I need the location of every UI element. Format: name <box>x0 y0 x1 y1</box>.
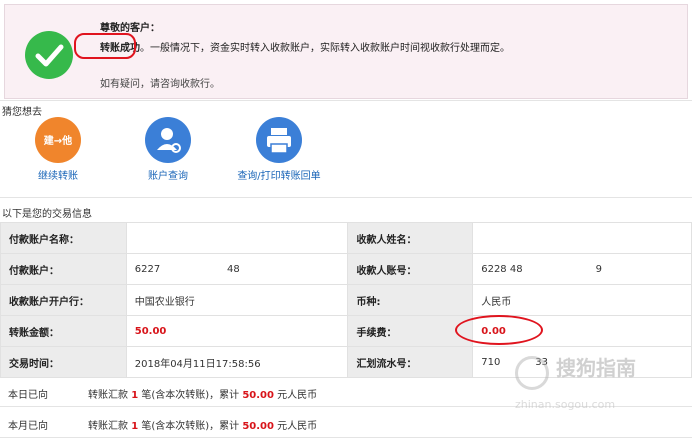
highlight-ring <box>74 33 136 59</box>
currency-label: 币种: <box>347 284 474 316</box>
daily-pre: 转账汇款 <box>88 390 128 401</box>
time-label: 交易时间： <box>0 346 127 378</box>
monthly-count: 1 <box>131 421 139 432</box>
continue-transfer-label: 继续转账 <box>38 171 78 182</box>
divider <box>0 100 692 101</box>
print-receipt-label: 查询/打印转账回单 <box>237 171 321 182</box>
continue-transfer-link[interactable]: 建→他 继续转账 <box>30 117 86 182</box>
account-query-icon <box>145 117 191 163</box>
transfer-icon-text: 建→他 <box>43 136 73 147</box>
payer-name-label: 付款账户名称： <box>0 222 127 254</box>
guess-title: 猜您想去 <box>2 107 42 118</box>
success-message: 转账成功。一般情况下，资金实时转入收款账户，实际转入收款账户时间视收款行处理而定… <box>100 41 540 57</box>
monthly-pre: 转账汇款 <box>88 421 128 432</box>
greeting-text: 尊敬的客户： <box>100 23 160 34</box>
currency-value: 人民币 <box>472 284 692 316</box>
payer-name-value <box>125 222 349 254</box>
daily-amount: 50.00 <box>242 390 274 401</box>
printer-icon <box>256 117 302 163</box>
table-row: 转账金额： 50.00 手续费： 0.00 <box>0 315 692 347</box>
monthly-amount: 50.00 <box>242 421 274 432</box>
payee-bank-value: 中国农业银行 <box>125 284 349 316</box>
serial-label: 汇划流水号： <box>347 346 474 378</box>
success-detail: 。一般情况下，资金实时转入收款账户，实际转入收款账户时间视收款行处理而定。 <box>140 43 510 54</box>
amount-value: 50.00 <box>125 315 349 347</box>
inquiry-text: 如有疑问，请咨询收款行。 <box>100 79 220 90</box>
time-value: 2018年04月11日17:58:56 <box>125 346 349 378</box>
payer-account-label: 付款账户： <box>0 253 127 285</box>
payee-bank-label: 收款账户开户行： <box>0 284 127 316</box>
monthly-post: 元人民币 <box>277 421 318 432</box>
payee-name-label: 收款人姓名： <box>347 222 474 254</box>
fee-label: 手续费： <box>347 315 474 347</box>
payee-account-label: 收款人账号： <box>347 253 474 285</box>
daily-value: 转账汇款 1 笔(含本次转账)，累计 50.00 元人民币 <box>88 386 317 401</box>
monthly-mid: 笔(含本次转账)，累计 <box>141 421 240 432</box>
monthly-label: 本月已向 <box>8 421 48 432</box>
watermark-logo-icon <box>515 356 549 390</box>
watermark-url: zhinan.sogou.com <box>515 398 616 411</box>
table-row: 收款账户开户行： 中国农业银行 币种: 人民币 <box>0 284 692 316</box>
divider <box>0 197 692 198</box>
transfer-icon: 建→他 <box>35 117 81 163</box>
monthly-value: 转账汇款 1 笔(含本次转账)，累计 50.00 元人民币 <box>88 417 317 432</box>
daily-count: 1 <box>131 390 139 401</box>
table-row: 付款账户名称： 收款人姓名： <box>0 222 692 254</box>
daily-label: 本日已向 <box>8 390 48 401</box>
payee-name-value <box>472 222 692 254</box>
account-query-link[interactable]: 账户查询 <box>140 117 196 182</box>
print-receipt-link[interactable]: 查询/打印转账回单 <box>233 117 325 182</box>
info-title: 以下是您的交易信息 <box>2 209 92 220</box>
highlight-ring <box>455 315 543 345</box>
payee-account-value: 6228 48 9 <box>472 253 692 285</box>
payer-account-value: 6227 48 <box>125 253 349 285</box>
amount-label: 转账金额： <box>0 315 127 347</box>
watermark-brand: 搜狗指南 <box>556 356 636 380</box>
daily-mid: 笔(含本次转账)，累计 <box>141 390 240 401</box>
table-row: 付款账户： 6227 48 收款人账号： 6228 48 9 <box>0 253 692 285</box>
monthly-summary: 本月已向 转账汇款 1 笔(含本次转账)，累计 50.00 元人民币 <box>0 407 692 438</box>
account-query-label: 账户查询 <box>148 171 188 182</box>
success-check-icon <box>25 31 73 79</box>
daily-post: 元人民币 <box>277 390 318 401</box>
